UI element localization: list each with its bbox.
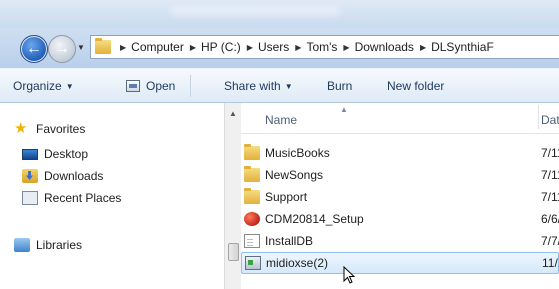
- nav-item-recent-places[interactable]: Recent Places: [22, 191, 121, 205]
- window-title-bar: [0, 0, 559, 28]
- breadcrumb-computer[interactable]: Computer: [131, 40, 184, 54]
- file-name: Support: [265, 190, 308, 204]
- downloads-folder-icon: [22, 169, 38, 183]
- breadcrumb-drive[interactable]: HP (C:): [201, 40, 241, 54]
- back-button[interactable]: ←: [20, 35, 48, 63]
- column-divider[interactable]: [538, 105, 539, 129]
- organize-button[interactable]: Organize ▼: [13, 79, 74, 93]
- nav-item-label: Downloads: [44, 169, 104, 183]
- command-bar: Organize ▼ Open Share with ▼ Burn New fo…: [0, 68, 559, 103]
- file-row[interactable]: InstallDB 7/7/2: [241, 231, 559, 251]
- breadcrumb-user[interactable]: Tom's: [306, 40, 337, 54]
- file-row[interactable]: MusicBooks 7/11/: [241, 143, 559, 163]
- folder-icon: [244, 166, 260, 182]
- sort-ascending-icon: ▲: [340, 105, 348, 114]
- recent-places-icon: [22, 191, 38, 205]
- nav-libraries[interactable]: Libraries: [14, 238, 82, 252]
- scrollbar-thumb[interactable]: [228, 243, 239, 261]
- libraries-icon: [14, 238, 30, 252]
- breadcrumb-downloads[interactable]: Downloads: [355, 40, 414, 54]
- nav-item-label: Desktop: [44, 147, 89, 161]
- nav-item-label: Recent Places: [44, 191, 122, 205]
- share-with-label: Share with: [224, 79, 281, 93]
- file-row[interactable]: NewSongs 7/11/: [241, 165, 559, 185]
- open-label: Open: [146, 79, 176, 93]
- address-row: ← → ▼ ▶ Computer ▶ HP (C:) ▶ Users ▶ Tom…: [0, 28, 559, 68]
- breadcrumb[interactable]: ▶ Downloads: [340, 40, 414, 54]
- column-header-date[interactable]: Date: [541, 113, 559, 127]
- breadcrumb-separator-icon: ▶: [246, 42, 253, 52]
- open-icon: [126, 80, 140, 92]
- forward-button[interactable]: →: [48, 35, 76, 63]
- breadcrumb-separator-icon: ▶: [189, 42, 196, 52]
- file-date: 6/6/2: [541, 212, 559, 226]
- organize-label: Organize: [13, 79, 62, 93]
- file-name: MusicBooks: [265, 146, 330, 160]
- nav-favorites[interactable]: ★ Favorites: [14, 120, 86, 137]
- share-with-button[interactable]: Share with ▼: [224, 79, 293, 93]
- breadcrumb[interactable]: ▶ Computer: [117, 40, 184, 54]
- breadcrumb-separator-icon: ▶: [120, 42, 127, 52]
- navigation-pane: ★ Favorites Desktop Downloads Recent Pla…: [0, 103, 223, 289]
- desktop-icon: [22, 149, 38, 160]
- forward-arrow-icon: →: [54, 40, 70, 57]
- breadcrumb-current-folder[interactable]: DLSynthiaF: [431, 40, 494, 54]
- blurred-title: [170, 6, 340, 16]
- nav-favorites-label: Favorites: [36, 122, 86, 136]
- application-icon: [245, 256, 261, 270]
- breadcrumb[interactable]: ▶ Users: [244, 40, 290, 54]
- file-name: CDM20814_Setup: [265, 212, 364, 226]
- recent-pages-dropdown-icon[interactable]: ▼: [77, 43, 85, 52]
- burn-button[interactable]: Burn: [327, 79, 352, 93]
- file-name: midioxse(2): [266, 256, 329, 270]
- nav-pane-scrollbar[interactable]: ▲: [224, 103, 241, 289]
- setup-icon: [244, 212, 260, 226]
- chevron-down-icon: ▼: [65, 81, 74, 91]
- nav-item-desktop[interactable]: Desktop: [22, 147, 88, 161]
- folder-icon: [244, 144, 260, 160]
- address-bar[interactable]: ▶ Computer ▶ HP (C:) ▶ Users ▶ Tom's ▶ D…: [90, 35, 559, 59]
- folder-icon: [95, 38, 111, 54]
- burn-label: Burn: [327, 79, 353, 93]
- new-folder-button[interactable]: New folder: [387, 79, 444, 93]
- breadcrumb[interactable]: ▶ HP (C:): [187, 40, 241, 54]
- breadcrumb[interactable]: ▶ DLSynthiaF: [417, 40, 494, 54]
- folder-icon: [244, 188, 260, 204]
- breadcrumb-separator-icon: ▶: [295, 42, 302, 52]
- file-name: InstallDB: [265, 234, 314, 248]
- file-name: NewSongs: [265, 168, 324, 182]
- breadcrumb-users[interactable]: Users: [258, 40, 289, 54]
- nav-item-downloads[interactable]: Downloads: [22, 169, 103, 183]
- chevron-down-icon: ▼: [284, 81, 293, 91]
- file-row-selected[interactable]: midioxse(2) 11/11: [241, 252, 559, 274]
- star-icon: ★: [14, 120, 28, 137]
- toolbar-divider: [190, 75, 191, 97]
- scroll-up-arrow-icon[interactable]: ▲: [229, 109, 237, 118]
- file-date: 11/11: [542, 256, 559, 270]
- file-date: 7/11/: [541, 190, 559, 204]
- file-date: 7/11/: [541, 146, 559, 160]
- file-row[interactable]: CDM20814_Setup 6/6/2: [241, 209, 559, 229]
- file-date: 7/11/: [541, 168, 559, 182]
- breadcrumb-separator-icon: ▶: [343, 42, 350, 52]
- breadcrumb-separator-icon: ▶: [419, 42, 427, 52]
- column-headers: Name ▲ Date: [241, 103, 559, 134]
- nav-libraries-label: Libraries: [36, 238, 83, 252]
- back-arrow-icon: ←: [26, 40, 42, 57]
- open-button[interactable]: Open: [126, 79, 175, 93]
- new-folder-label: New folder: [387, 79, 445, 93]
- breadcrumb[interactable]: ▶ Tom's: [292, 40, 337, 54]
- file-date: 7/7/2: [541, 234, 559, 248]
- file-row[interactable]: Support 7/11/: [241, 187, 559, 207]
- column-header-name[interactable]: Name: [265, 113, 297, 127]
- mouse-pointer-icon: [343, 266, 356, 284]
- file-list-pane: Name ▲ Date MusicBooks 7/11/ NewSongs 7/…: [241, 103, 559, 289]
- document-icon: [244, 234, 260, 248]
